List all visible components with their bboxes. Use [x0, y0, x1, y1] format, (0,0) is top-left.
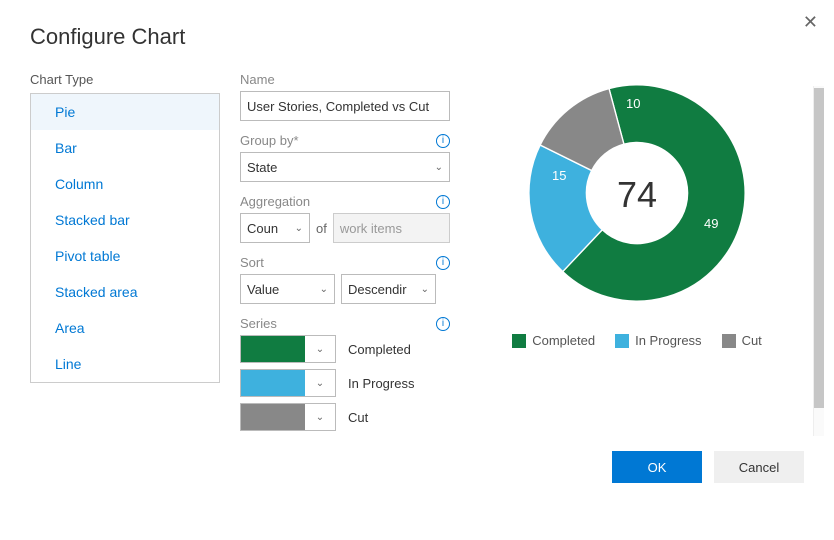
aggregation-field-placeholder: work items	[340, 221, 402, 236]
sort-direction-select[interactable]: Descendir ⌄	[341, 274, 436, 304]
group-by-label: Group by*	[240, 133, 299, 148]
cancel-button[interactable]: Cancel	[714, 451, 804, 483]
aggregation-select[interactable]: Coun ⌄	[240, 213, 310, 243]
legend-item: In Progress	[615, 333, 701, 348]
legend-item: Completed	[512, 333, 595, 348]
chart-type-list: PieBarColumnStacked barPivot tableStacke…	[30, 93, 220, 383]
color-swatch	[241, 370, 305, 396]
aggregation-value: Coun	[247, 221, 278, 236]
chart-type-pie[interactable]: Pie	[31, 94, 219, 130]
chart-type-stacked-area[interactable]: Stacked area	[31, 274, 219, 310]
legend-label: Completed	[532, 333, 595, 348]
series-color-picker[interactable]: ⌄	[240, 335, 336, 363]
dialog-title: Configure Chart	[30, 24, 185, 50]
info-icon[interactable]: i	[436, 256, 450, 270]
chart-type-stacked-bar[interactable]: Stacked bar	[31, 202, 219, 238]
info-icon[interactable]: i	[436, 317, 450, 331]
scrollbar-thumb[interactable]	[814, 88, 824, 408]
series-label: Cut	[348, 410, 368, 425]
chevron-down-icon: ⌄	[305, 404, 335, 430]
chevron-down-icon: ⌄	[305, 370, 335, 396]
name-label: Name	[240, 72, 275, 87]
chart-type-area[interactable]: Area	[31, 310, 219, 346]
ok-button[interactable]: OK	[612, 451, 702, 483]
chart-type-bar[interactable]: Bar	[31, 130, 219, 166]
series-row: ⌄ Cut	[240, 403, 450, 431]
legend-swatch	[722, 334, 736, 348]
chart-type-column[interactable]: Column	[31, 166, 219, 202]
slice-value: 49	[704, 216, 718, 231]
aggregation-field-disabled: work items	[333, 213, 450, 243]
info-icon[interactable]: i	[436, 134, 450, 148]
sort-field-value: Value	[247, 282, 279, 297]
aggregation-label: Aggregation	[240, 194, 310, 209]
slice-value: 10	[626, 96, 640, 111]
chart-type-label: Chart Type	[30, 72, 220, 87]
scrollbar[interactable]	[813, 86, 824, 436]
series-label: Completed	[348, 342, 411, 357]
slice-value: 15	[552, 168, 566, 183]
series-label: Series	[240, 316, 277, 331]
chevron-down-icon: ⌄	[320, 284, 328, 295]
color-swatch	[241, 404, 305, 430]
chevron-down-icon: ⌄	[421, 284, 429, 295]
series-row: ⌄ In Progress	[240, 369, 450, 397]
series-label: In Progress	[348, 376, 414, 391]
series-color-picker[interactable]: ⌄	[240, 403, 336, 431]
close-icon[interactable]: ✕	[803, 12, 818, 33]
legend-swatch	[615, 334, 629, 348]
group-by-value: State	[247, 160, 277, 175]
sort-label: Sort	[240, 255, 264, 270]
series-row: ⌄ Completed	[240, 335, 450, 363]
chart-type-line[interactable]: Line	[31, 346, 219, 382]
info-icon[interactable]: i	[436, 195, 450, 209]
legend-swatch	[512, 334, 526, 348]
legend-label: In Progress	[635, 333, 701, 348]
chevron-down-icon: ⌄	[295, 223, 303, 234]
chart-preview: 74 491510	[522, 78, 752, 311]
sort-field-select[interactable]: Value ⌄	[240, 274, 335, 304]
chevron-down-icon: ⌄	[305, 336, 335, 362]
name-input[interactable]	[240, 91, 450, 121]
legend-item: Cut	[722, 333, 762, 348]
chart-type-pivot-table[interactable]: Pivot table	[31, 238, 219, 274]
group-by-select[interactable]: State ⌄	[240, 152, 450, 182]
chevron-down-icon: ⌄	[435, 162, 443, 173]
legend-label: Cut	[742, 333, 762, 348]
of-label: of	[316, 221, 327, 236]
sort-direction-value: Descendir	[348, 282, 407, 297]
series-color-picker[interactable]: ⌄	[240, 369, 336, 397]
color-swatch	[241, 336, 305, 362]
